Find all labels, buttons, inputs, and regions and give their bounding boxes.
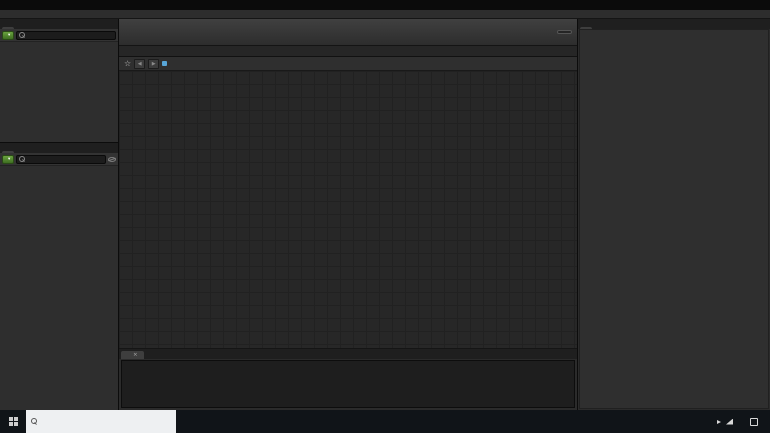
blueprint-editor-column: ☆ ◀ ▶ ×	[119, 19, 578, 410]
my-blueprint-search-input[interactable]	[27, 155, 103, 163]
taskbar-search[interactable]	[26, 410, 176, 433]
visibility-filter-icon[interactable]	[108, 156, 116, 162]
my-blueprint-search[interactable]	[16, 154, 106, 164]
action-center-icon[interactable]	[750, 417, 758, 426]
search-icon	[19, 155, 26, 163]
compiler-results-panel: ×	[119, 348, 577, 410]
debug-object-dropdown[interactable]	[557, 29, 572, 34]
details-panel	[578, 19, 770, 410]
components-search[interactable]	[16, 30, 116, 40]
compiler-results-body	[121, 360, 575, 408]
volume-icon[interactable]	[717, 419, 721, 424]
graph-tab-strip	[119, 46, 577, 57]
search-icon	[19, 31, 26, 39]
components-search-input[interactable]	[27, 31, 113, 39]
event-graph-canvas[interactable]	[119, 71, 577, 348]
unreal-editor-window: ▾ ▾ ☆ ◀ ▶ ×	[0, 0, 770, 433]
components-tab-strip	[0, 19, 118, 29]
search-icon	[31, 418, 37, 425]
start-button[interactable]	[0, 410, 26, 433]
main-area: ▾ ▾ ☆ ◀ ▶ ×	[0, 19, 770, 410]
my-blueprint-panel: ▾	[0, 143, 118, 410]
chevron-down-icon: ▾	[8, 32, 11, 38]
add-new-button[interactable]: ▾	[2, 154, 15, 164]
compiler-results-tab[interactable]: ×	[121, 350, 144, 359]
components-panel: ▾	[0, 19, 118, 143]
bookmark-star-icon[interactable]: ☆	[124, 59, 131, 68]
network-icon[interactable]	[726, 418, 733, 425]
my-blueprint-toolbar: ▾	[0, 153, 118, 166]
windows-logo-icon	[8, 417, 18, 426]
my-blueprint-tab-strip	[0, 143, 118, 153]
taskbar	[0, 410, 770, 433]
compiler-tab-strip: ×	[119, 349, 577, 359]
components-tree	[0, 42, 118, 142]
menu-bar	[0, 10, 770, 19]
my-blueprint-rows	[0, 166, 118, 410]
system-tray	[708, 410, 770, 433]
components-toolbar: ▾	[0, 29, 118, 42]
details-body	[579, 29, 769, 409]
left-panel-column: ▾ ▾	[0, 19, 119, 410]
node-layer	[119, 71, 577, 348]
window-tab-strip	[0, 0, 770, 10]
close-icon[interactable]: ×	[133, 352, 138, 358]
details-tab-strip	[578, 19, 770, 29]
debug-filter	[557, 29, 572, 35]
nav-forward-button[interactable]: ▶	[148, 58, 160, 69]
toolbar	[119, 19, 577, 46]
breadcrumb-bar: ☆ ◀ ▶	[119, 57, 577, 71]
blueprint-icon	[162, 61, 168, 66]
add-component-button[interactable]: ▾	[2, 30, 15, 40]
chevron-down-icon: ▾	[8, 156, 11, 162]
nav-back-button[interactable]: ◀	[134, 58, 146, 69]
